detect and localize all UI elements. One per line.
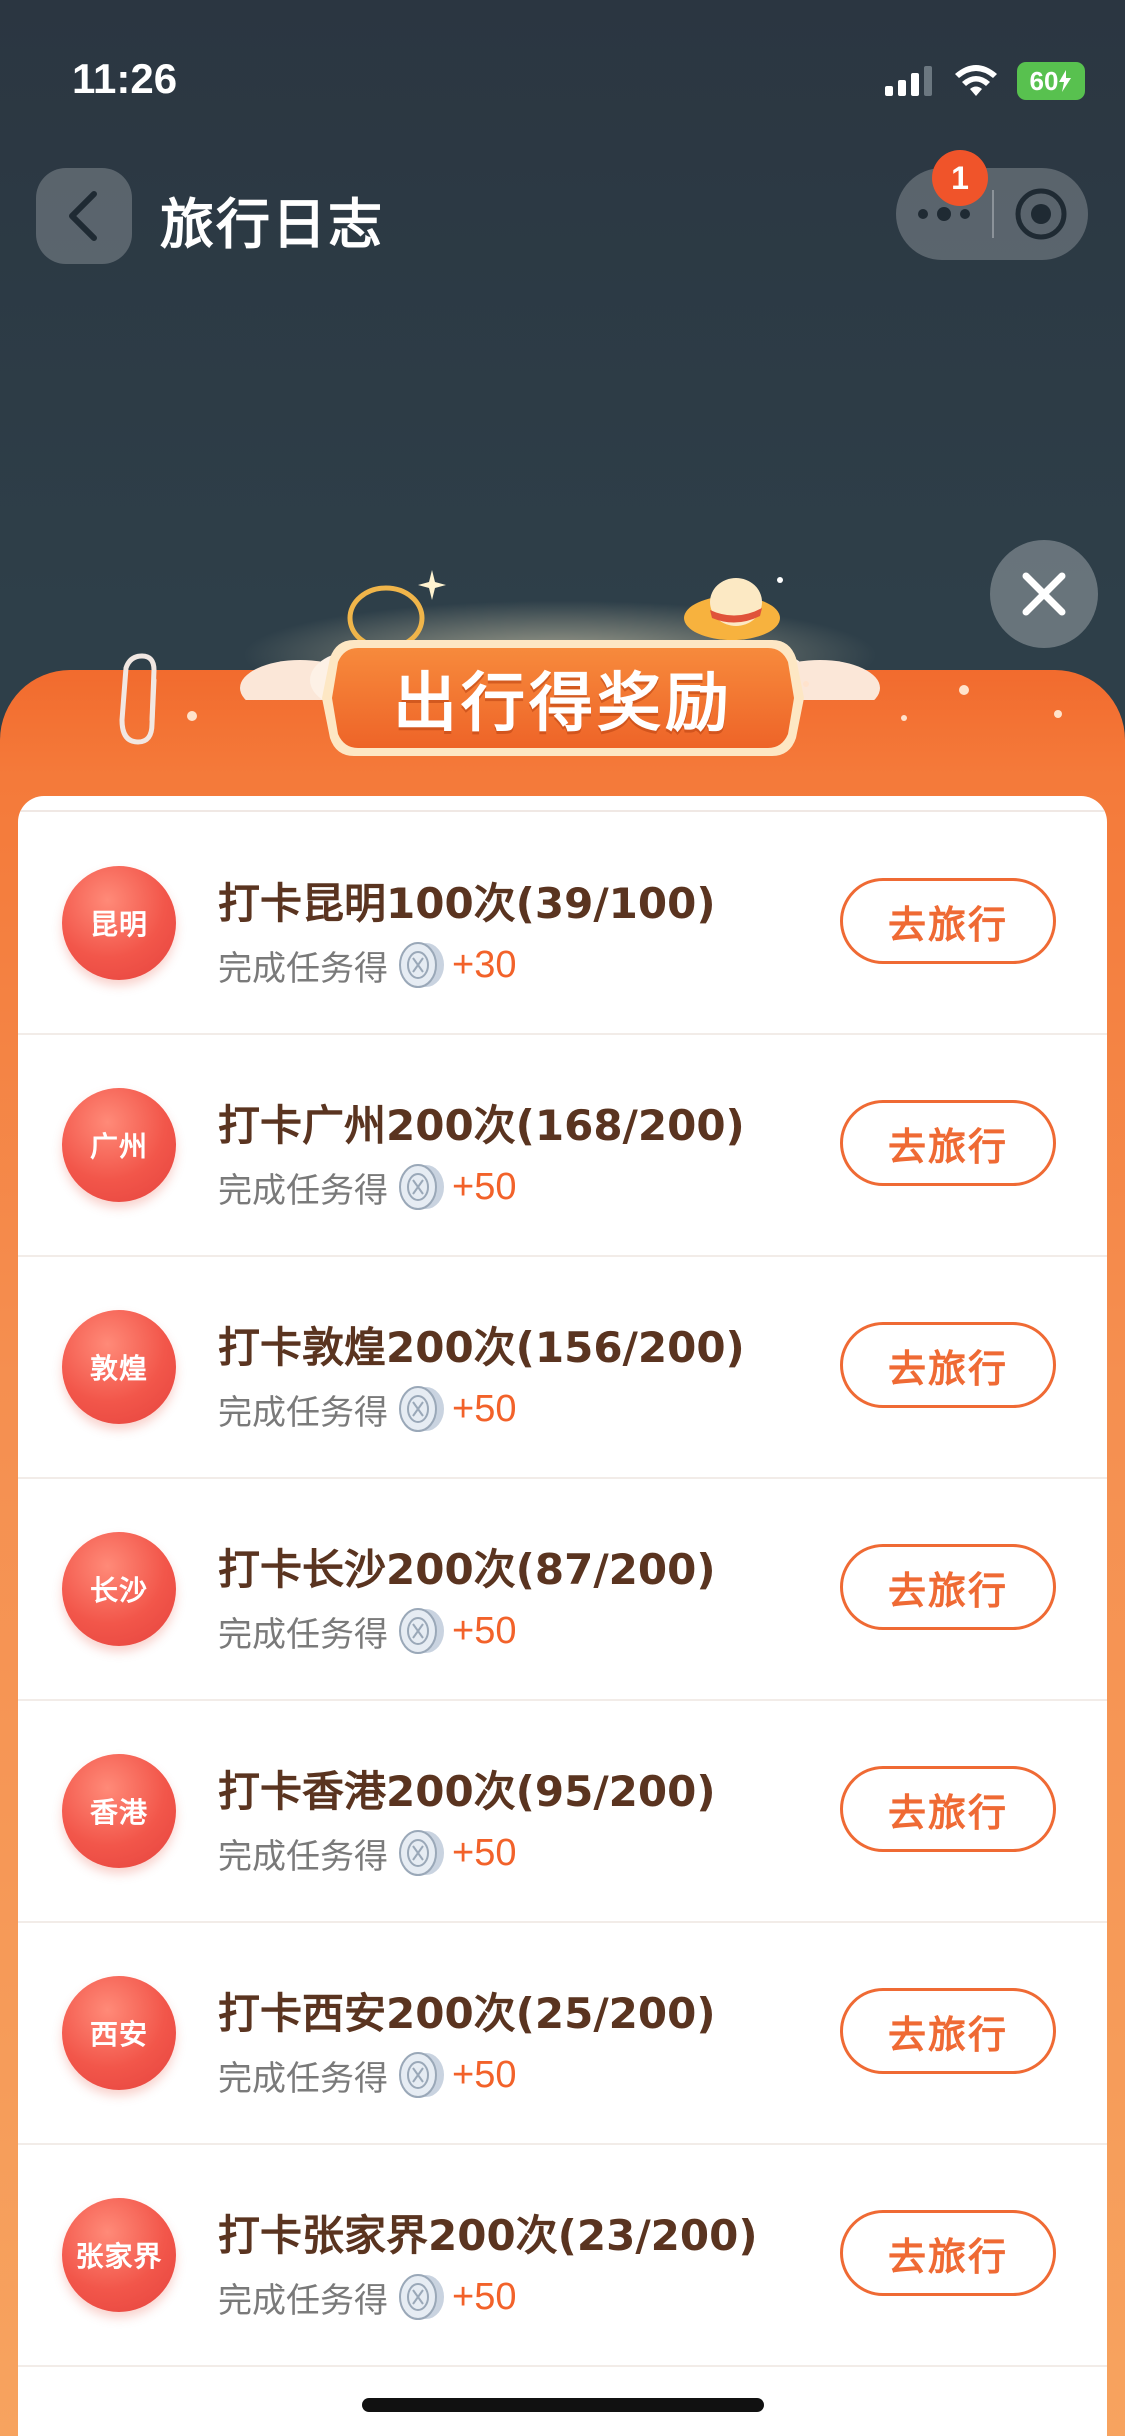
charging-bolt-icon [1059,70,1072,92]
task-row: 敦煌 打卡敦煌200次(156/200) 完成任务得 +50 去旅行 [18,1256,1107,1479]
coin-stack-icon [399,2052,444,2098]
go-travel-button[interactable]: 去旅行 [840,1322,1056,1408]
coin-stack-icon [399,1386,444,1432]
coin-stack-icon [399,1608,444,1654]
task-reward-label: 完成任务得 [218,2280,388,2321]
go-travel-button[interactable]: 去旅行 [840,2210,1056,2296]
close-modal-button[interactable] [990,540,1098,648]
city-badge: 张家界 [62,2198,176,2312]
mini-program-capsule [896,168,1088,260]
coin-stack-icon [399,942,444,988]
close-icon [1022,572,1066,616]
task-reward-amount: +50 [452,2053,517,2096]
city-badge: 西安 [62,1976,176,2090]
more-dots-icon [918,207,970,221]
task-row: 香港 打卡香港200次(95/200) 完成任务得 +50 去旅行 [18,1700,1107,1923]
target-icon [1015,188,1067,240]
wifi-icon [955,65,997,96]
city-badge: 广州 [62,1088,176,1202]
coin-stack-icon [399,2274,444,2320]
go-travel-button[interactable]: 去旅行 [840,878,1056,964]
battery-level: 60 [1029,65,1059,96]
task-reward-line: 完成任务得 +50 [218,1606,516,1656]
task-title: 打卡昆明100次(39/100) [218,879,716,928]
task-row: 长沙 打卡长沙200次(87/200) 完成任务得 +50 去旅行 [18,1478,1107,1701]
go-travel-button[interactable]: 去旅行 [840,1988,1056,2074]
status-icons: 60 [885,58,1085,104]
city-badge: 昆明 [62,866,176,980]
task-title: 打卡敦煌200次(156/200) [218,1323,745,1372]
task-reward-line: 完成任务得 +50 [218,2272,516,2322]
task-reward-label: 完成任务得 [218,948,388,989]
task-title: 打卡广州200次(168/200) [218,1101,745,1150]
task-title: 打卡香港200次(95/200) [218,1767,716,1816]
go-travel-button[interactable]: 去旅行 [840,1766,1056,1852]
task-row: 广州 打卡广州200次(168/200) 完成任务得 +50 去旅行 [18,1034,1107,1257]
coin-stack-icon [399,1830,444,1876]
task-reward-label: 完成任务得 [218,1614,388,1655]
task-row: 西安 打卡西安200次(25/200) 完成任务得 +50 去旅行 [18,1922,1107,2145]
task-reward-amount: +50 [452,1609,517,1652]
task-reward-amount: +50 [452,1831,517,1874]
task-reward-label: 完成任务得 [218,1392,388,1433]
coin-stack-icon [399,1164,444,1210]
task-reward-label: 完成任务得 [218,2058,388,2099]
task-reward-line: 完成任务得 +30 [218,940,516,990]
modal-header-title: 出行得奖励 [393,667,733,741]
task-title: 打卡张家界200次(23/200) [218,2211,758,2260]
status-time: 11:26 [72,55,178,102]
go-travel-button[interactable]: 去旅行 [840,1544,1056,1630]
city-badge: 长沙 [62,1532,176,1646]
task-title: 打卡长沙200次(87/200) [218,1545,716,1594]
city-badge: 香港 [62,1754,176,1868]
task-reward-label: 完成任务得 [218,1836,388,1877]
battery-indicator: 60 [1017,62,1085,100]
task-reward-amount: +50 [452,1165,517,1208]
home-indicator [362,2398,764,2412]
page-title: 旅行日志 [160,193,384,256]
task-reward-line: 完成任务得 +50 [218,1828,516,1878]
task-list: 昆明 打卡昆明100次(39/100) 完成任务得 +30 去旅行 广州 打卡广州200次(… [18,796,1107,2436]
notification-badge: 1 [932,150,988,206]
task-reward-amount: +50 [452,2275,517,2318]
task-row: 张家界 打卡张家界200次(23/200) 完成任务得 +50 去旅行 [18,2144,1107,2367]
task-reward-amount: +30 [452,943,517,986]
task-row: 昆明 打卡昆明100次(39/100) 完成任务得 +30 去旅行 [18,812,1107,1035]
city-badge: 敦煌 [62,1310,176,1424]
task-reward-amount: +50 [452,1387,517,1430]
chevron-left-icon [69,191,97,241]
signal-icon [885,66,932,96]
task-reward-label: 完成任务得 [218,1170,388,1211]
task-title: 打卡西安200次(25/200) [218,1989,716,2038]
task-reward-line: 完成任务得 +50 [218,2050,516,2100]
task-reward-line: 完成任务得 +50 [218,1162,516,1212]
back-button[interactable] [36,168,132,264]
go-travel-button[interactable]: 去旅行 [840,1100,1056,1186]
close-program-button[interactable] [994,168,1088,260]
task-reward-line: 完成任务得 +50 [218,1384,516,1434]
